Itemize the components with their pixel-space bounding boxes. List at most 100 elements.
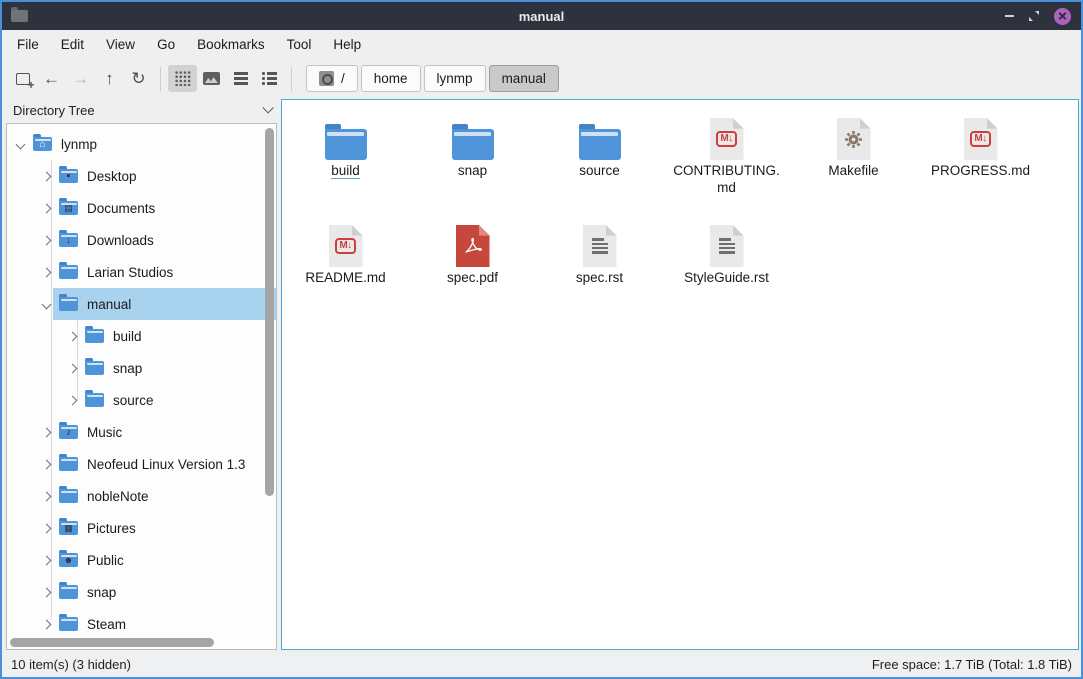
folder-icon [59, 457, 78, 471]
music-folder-icon [59, 425, 78, 439]
expander-expand-icon[interactable] [39, 429, 53, 436]
expander-expand-icon[interactable] [39, 621, 53, 628]
markdown-icon [710, 118, 744, 160]
folder-icon [59, 297, 78, 311]
menu-bookmarks[interactable]: Bookmarks [186, 30, 276, 60]
side-pane-title: Directory Tree [13, 103, 95, 118]
pdf-icon [456, 225, 490, 267]
status-item-count: 10 item(s) (3 hidden) [11, 657, 131, 672]
detailed-list-icon [262, 72, 277, 85]
tree-item-music[interactable]: Music [7, 416, 276, 448]
up-button[interactable]: ↑ [95, 65, 124, 92]
menu-file[interactable]: File [6, 30, 50, 60]
tree-item-larian-studios[interactable]: Larian Studios [7, 256, 276, 288]
documents-folder-icon [59, 201, 78, 215]
breadcrumb-label: / [341, 71, 345, 86]
maximize-button[interactable] [1028, 10, 1040, 22]
tree-item-documents[interactable]: Documents [7, 192, 276, 224]
file-item-snap[interactable]: snap [409, 107, 536, 214]
breadcrumb-root[interactable]: / [306, 65, 358, 92]
menu-view[interactable]: View [95, 30, 146, 60]
expander-collapse-icon[interactable] [13, 141, 27, 148]
file-item-spec-pdf[interactable]: spec.pdf [409, 214, 536, 321]
menu-go[interactable]: Go [146, 30, 186, 60]
minimize-button[interactable] [1005, 15, 1014, 17]
tree-item-downloads[interactable]: Downloads [7, 224, 276, 256]
expander-expand-icon[interactable] [39, 557, 53, 564]
menu-tool[interactable]: Tool [276, 30, 323, 60]
breadcrumb-label: home [374, 71, 408, 86]
file-item-contributing-md[interactable]: CONTRIBUTING.md [663, 107, 790, 214]
expander-expand-icon[interactable] [39, 525, 53, 532]
tree-item-noblenote[interactable]: nobleNote [7, 480, 276, 512]
folder-icon [85, 329, 104, 343]
refresh-icon: ↻ [131, 69, 145, 89]
maximize-icon [1028, 10, 1040, 22]
folder-icon [59, 265, 78, 279]
tree-item-snap-home[interactable]: snap [7, 576, 276, 608]
toolbar-separator [160, 67, 161, 91]
file-item-spec-rst[interactable]: spec.rst [536, 214, 663, 321]
expander-expand-icon[interactable] [39, 589, 53, 596]
folder-icon [85, 393, 104, 407]
breadcrumb-lynmp[interactable]: lynmp [424, 65, 486, 92]
back-button[interactable]: ← [37, 65, 66, 92]
file-item-source[interactable]: source [536, 107, 663, 214]
tree-item-source[interactable]: source [7, 384, 276, 416]
file-item-build[interactable]: build [282, 107, 409, 214]
menu-edit[interactable]: Edit [50, 30, 95, 60]
expander-expand-icon[interactable] [65, 365, 79, 372]
folder-icon [452, 129, 494, 160]
horizontal-scrollbar[interactable] [10, 638, 214, 647]
side-pane-header[interactable]: Directory Tree [4, 97, 279, 123]
expander-expand-icon[interactable] [39, 237, 53, 244]
thumbnail-view-button[interactable] [197, 65, 226, 92]
back-icon: ← [43, 69, 60, 89]
up-icon: ↑ [105, 69, 114, 89]
files-grid: build snap source CONTRIBUTING.md [282, 100, 1078, 321]
refresh-button[interactable]: ↻ [124, 65, 153, 92]
compact-view-button[interactable] [226, 65, 255, 92]
close-button[interactable] [1054, 8, 1071, 25]
file-item-progress-md[interactable]: PROGRESS.md [917, 107, 1044, 214]
expander-expand-icon[interactable] [65, 397, 79, 404]
expander-expand-icon[interactable] [65, 333, 79, 340]
breadcrumb-label: lynmp [437, 71, 473, 86]
tree-item-build[interactable]: build [7, 320, 276, 352]
vertical-scrollbar[interactable] [265, 128, 274, 496]
expander-collapse-icon[interactable] [39, 301, 53, 308]
expander-expand-icon[interactable] [39, 493, 53, 500]
menu-help[interactable]: Help [322, 30, 372, 60]
icon-view-button[interactable] [168, 65, 197, 92]
file-view: build snap source CONTRIBUTING.md [281, 99, 1079, 650]
new-tab-icon [16, 73, 30, 85]
tree-item-snap[interactable]: snap [7, 352, 276, 384]
tree-item-steam[interactable]: Steam [7, 608, 276, 640]
forward-button[interactable]: → [66, 65, 95, 92]
folder-icon [85, 361, 104, 375]
status-free-space: Free space: 1.7 TiB (Total: 1.8 TiB) [872, 657, 1072, 672]
public-folder-icon [59, 553, 78, 567]
drive-icon [319, 71, 334, 86]
expander-expand-icon[interactable] [39, 461, 53, 468]
tree-item-pictures[interactable]: Pictures [7, 512, 276, 544]
tree-item-desktop[interactable]: Desktop [7, 160, 276, 192]
tree-item-manual[interactable]: manual [7, 288, 276, 320]
file-item-makefile[interactable]: Makefile [790, 107, 917, 214]
breadcrumb-manual[interactable]: manual [489, 65, 559, 92]
detailed-view-button[interactable] [255, 65, 284, 92]
file-item-styleguide-rst[interactable]: StyleGuide.rst [663, 214, 790, 321]
tree-item-neofeud[interactable]: Neofeud Linux Version 1.3 [7, 448, 276, 480]
chevron-down-icon [262, 102, 273, 113]
breadcrumb-label: manual [502, 71, 546, 86]
expander-expand-icon[interactable] [39, 205, 53, 212]
new-tab-button[interactable] [8, 65, 37, 92]
tree-item-public[interactable]: Public [7, 544, 276, 576]
file-item-readme-md[interactable]: README.md [282, 214, 409, 321]
statusbar: 10 item(s) (3 hidden) Free space: 1.7 Ti… [2, 652, 1081, 677]
expander-expand-icon[interactable] [39, 269, 53, 276]
tree-item-lynmp[interactable]: lynmp [7, 128, 276, 160]
breadcrumb-home[interactable]: home [361, 65, 421, 92]
expander-expand-icon[interactable] [39, 173, 53, 180]
folder-icon [59, 585, 78, 599]
